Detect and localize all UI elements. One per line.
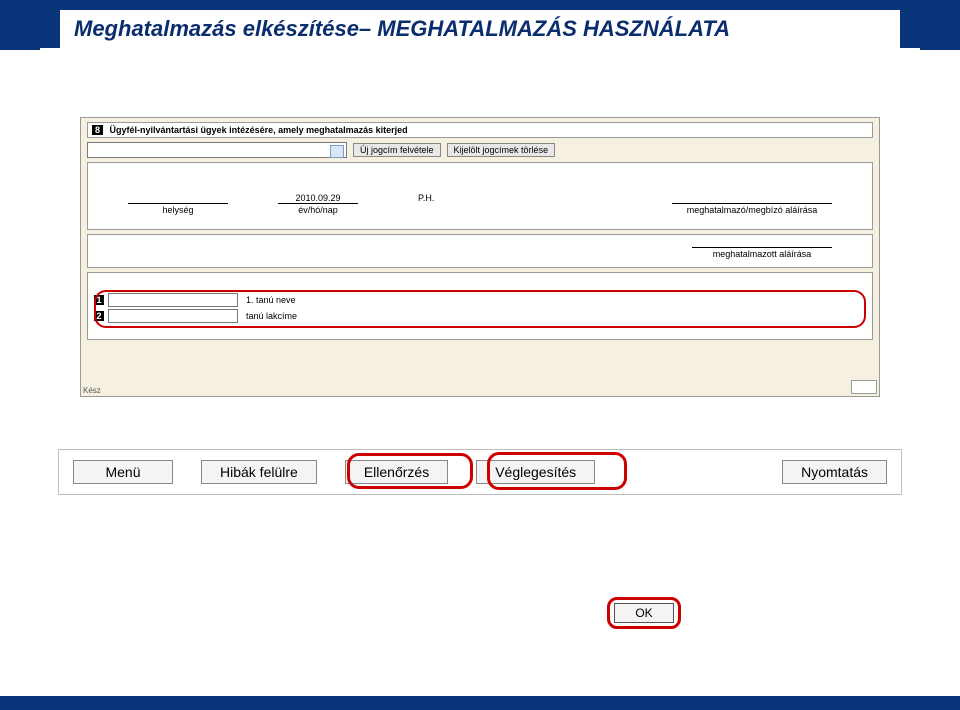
menu-button[interactable]: Menü (73, 460, 173, 484)
delete-jogcim-button[interactable]: Kijelölt jogcímek törlése (447, 143, 556, 157)
witness-name-input-1[interactable] (108, 293, 238, 307)
button-bar: Menü Hibák felülre Ellenőrzés Véglegesít… (58, 449, 902, 495)
signature-block: helység 2010.09.29 év/hó/nap P.H. meghat… (87, 162, 873, 230)
finalize-button[interactable]: Véglegesítés (476, 460, 595, 484)
jogcim-select[interactable] (87, 142, 347, 158)
date-label: év/hó/nap (278, 205, 358, 215)
witness-block: 1 1. tanú neve 2 tanú lakcíme (87, 272, 873, 340)
footer-band (0, 696, 960, 710)
witness-addr-label: tanú lakcíme (246, 311, 297, 321)
signature-block-2: meghatalmazott aláírása (87, 234, 873, 268)
witness-row-2: 2 tanú lakcíme (94, 309, 866, 323)
status-ready: Kész (83, 386, 101, 395)
section-number: 8 (92, 125, 103, 135)
signer2-label: meghatalmazott aláírása (692, 249, 832, 259)
ok-button[interactable]: OK (614, 603, 673, 623)
print-button[interactable]: Nyomtatás (782, 460, 887, 484)
form-panel: 8 Ügyfél-nyilvántartási ügyek intézésére… (80, 117, 880, 397)
corner-box (851, 380, 877, 394)
add-jogcim-button[interactable]: Új jogcím felvétele (353, 143, 441, 157)
section-text: Ügyfél-nyilvántartási ügyek intézésére, … (110, 125, 408, 135)
witness-row-1: 1 1. tanú neve (94, 293, 866, 307)
helyseg-label: helység (128, 205, 228, 215)
ph-label: P.H. (418, 193, 434, 203)
date-value: 2010.09.29 (278, 193, 358, 203)
signer1-label: meghatalmazó/megbízó aláírása (672, 205, 832, 215)
witness-idx-1: 1 (94, 295, 104, 305)
witness-name-label: 1. tanú neve (246, 295, 296, 305)
jogcim-row: Új jogcím felvétele Kijelölt jogcímek tö… (87, 142, 873, 158)
witness-idx-2: 2 (94, 311, 104, 321)
check-button[interactable]: Ellenőrzés (345, 460, 448, 484)
witness-addr-input-1[interactable] (108, 309, 238, 323)
errors-button[interactable]: Hibák felülre (201, 460, 317, 484)
page-title: Meghatalmazás elkészítése– MEGHATALMAZÁS… (60, 10, 900, 52)
section-header: 8 Ügyfél-nyilvántartási ügyek intézésére… (87, 122, 873, 138)
